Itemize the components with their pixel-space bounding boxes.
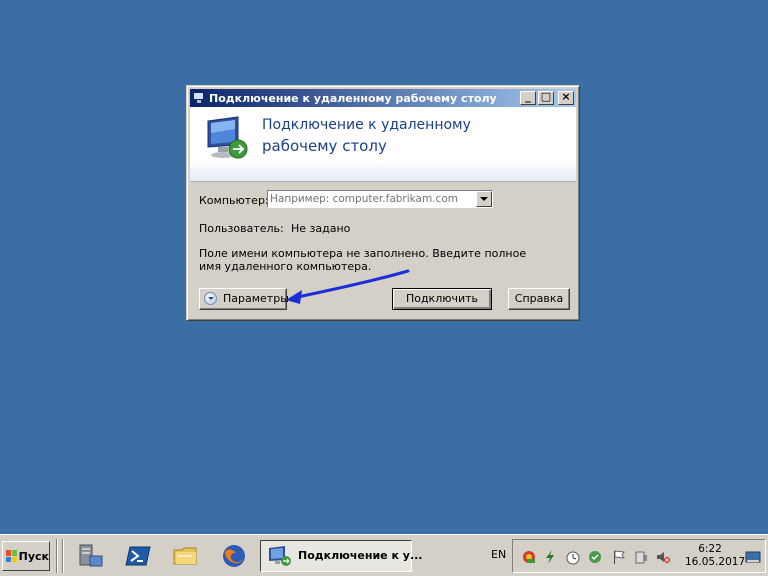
action-center-icon[interactable] [633,549,649,565]
remote-desktop-icon [192,92,206,104]
message-line2: имя удаленного компьютера. [199,260,372,273]
close-icon: × [561,90,571,103]
clock-time: 6:22 [698,543,722,555]
clock[interactable]: 6:22 16.05.2017 [685,543,746,569]
taskbar: Пуск Подключение к у... EN 6:22 16.05.20… [0,534,768,576]
maximize-button[interactable]: □ [538,90,554,105]
dialog-banner: Подключение к удаленному рабочему столу [190,107,576,182]
remote-desktop-monitor-icon [207,116,248,159]
remote-desktop-icon [269,546,291,566]
windows-logo-icon [6,550,17,562]
system-tray: 6:22 16.05.2017 [512,539,766,573]
security-icon[interactable] [587,549,603,565]
minimize-icon: _ [525,90,531,103]
user-label: Пользователь: [199,222,284,235]
explorer-folder-icon[interactable] [172,542,200,570]
help-button[interactable]: Справка [508,288,570,310]
window-title: Подключение к удаленному рабочему столу [209,91,497,105]
firefox-icon[interactable] [220,542,248,570]
start-label: Пуск [18,549,49,563]
banner-title-line2: рабочему столу [262,137,387,155]
message-line1: Поле имени компьютера не заполнено. Введ… [199,247,527,260]
task-label: Подключение к у... [298,549,423,562]
clock-icon[interactable] [565,549,581,565]
computer-combobox[interactable] [267,190,493,208]
computer-label: Компьютер: [199,194,269,207]
options-button[interactable]: Параметры [199,288,289,310]
minimize-button[interactable]: _ [520,90,536,105]
flag-icon[interactable] [611,549,627,565]
taskbar-separator [56,539,58,573]
user-value: Не задано [291,222,351,235]
taskbar-separator [62,539,64,573]
volume-icon[interactable] [655,549,671,565]
title-bar[interactable]: Подключение к удаленному рабочему столу … [190,89,576,107]
connect-button[interactable]: Подключить [392,288,492,310]
network-icon[interactable] [521,549,537,565]
language-indicator[interactable]: EN [491,548,506,561]
maximize-icon: □ [540,90,552,103]
expand-icon [204,292,217,305]
clock-date: 16.05.2017 [685,556,746,568]
chevron-down-icon[interactable] [476,191,492,207]
taskbar-task-remote-desktop[interactable]: Подключение к у... [260,540,422,572]
banner-title-line1: Подключение к удаленному [262,117,471,133]
close-button[interactable]: × [558,90,574,105]
powershell-icon[interactable] [124,542,152,570]
computer-input[interactable] [270,192,470,206]
show-desktop-icon[interactable] [745,549,761,565]
server-manager-icon[interactable] [76,542,104,570]
options-label: Параметры [223,292,289,305]
start-button[interactable]: Пуск [2,541,50,571]
power-icon[interactable] [542,549,558,565]
